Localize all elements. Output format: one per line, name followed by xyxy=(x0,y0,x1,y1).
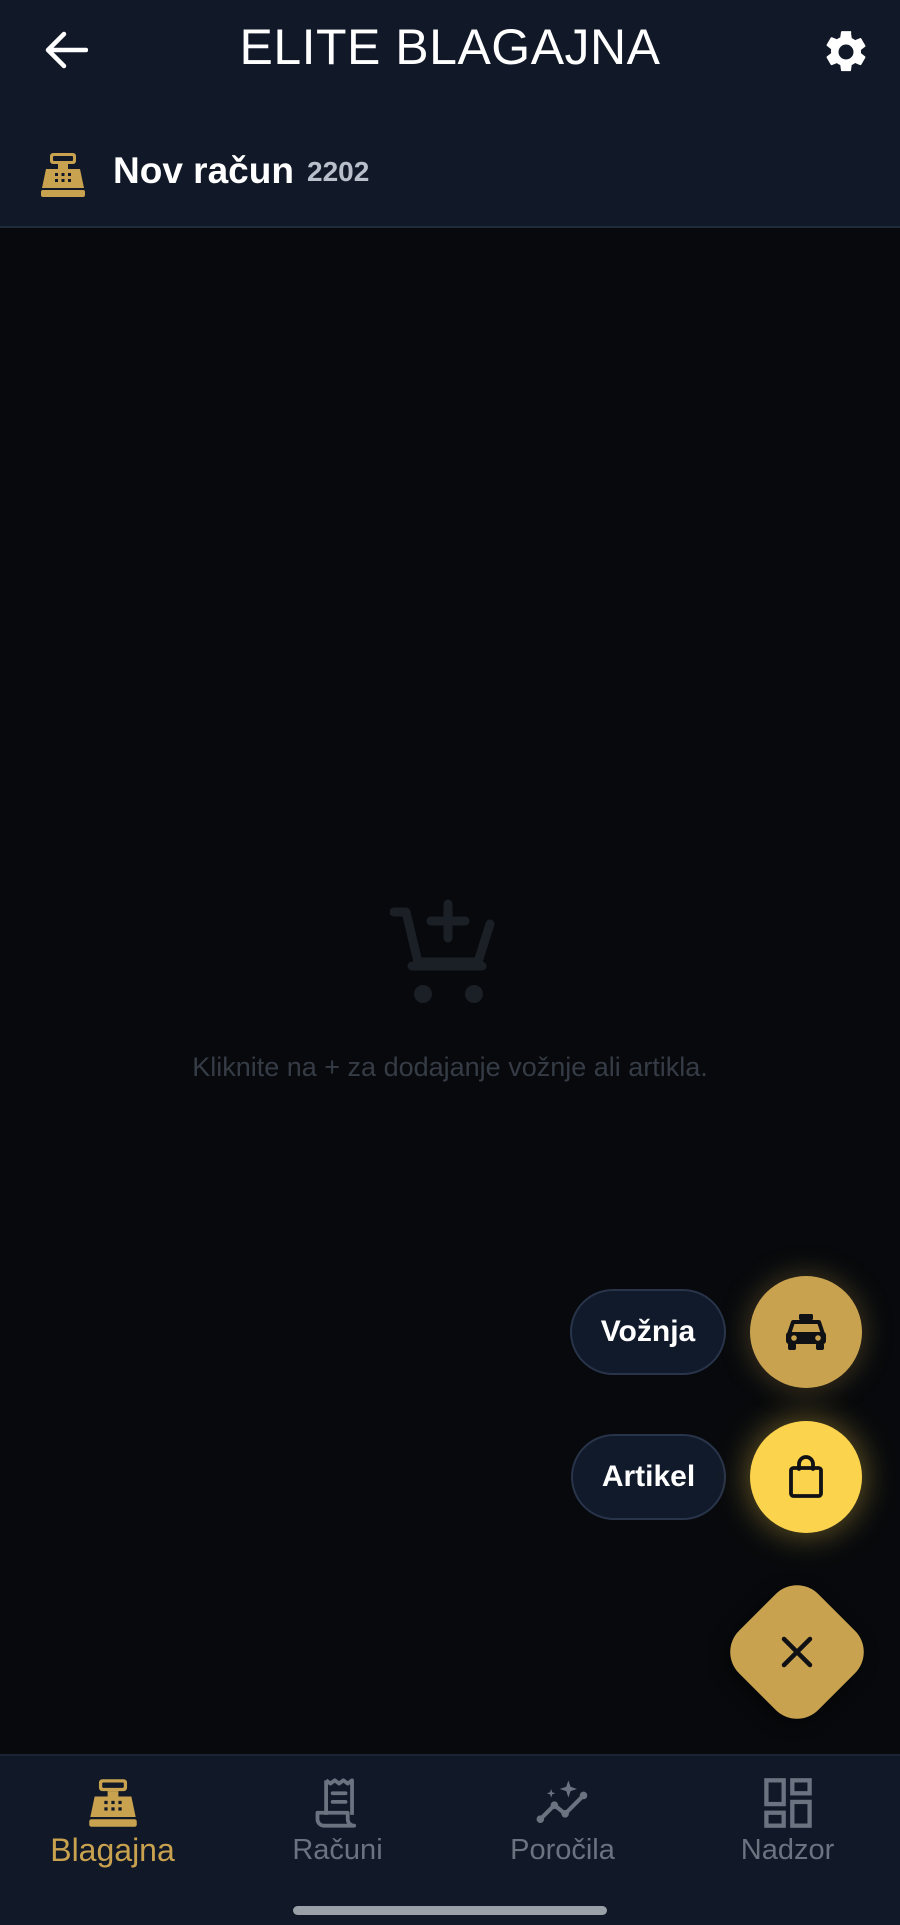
gear-icon xyxy=(826,31,866,72)
cash-register-icon xyxy=(88,1779,137,1827)
dashboard-icon xyxy=(763,1778,812,1828)
receipt-icon xyxy=(315,1778,356,1828)
close-speed-dial-button[interactable] xyxy=(717,1572,877,1732)
trend-chart-icon xyxy=(536,1780,587,1823)
empty-state-message: Kliknite na + za dodajanje vožnje ali ar… xyxy=(192,1052,708,1082)
nav-item-nadzor[interactable]: Nadzor xyxy=(675,1756,900,1886)
nav-item-porocila[interactable]: Poročila xyxy=(450,1756,675,1886)
nav-item-racuni[interactable]: Računi xyxy=(225,1756,450,1886)
shopping-bag-icon xyxy=(789,1455,823,1498)
add-item-button[interactable] xyxy=(750,1421,862,1533)
add-cart-icon xyxy=(390,899,495,1003)
taxi-icon xyxy=(786,1314,826,1350)
receipt-title: Nov račun xyxy=(113,150,294,191)
nav-label-porocila: Poročila xyxy=(510,1834,615,1866)
top-app-bar: ELITE BLAGAJNA Nov račun 2202 xyxy=(0,0,900,228)
cash-register-icon xyxy=(41,153,85,197)
receipt-number: 2202 xyxy=(307,156,370,187)
nav-label-blagajna: Blagajna xyxy=(50,1832,175,1868)
vožnja-label-button[interactable]: Vožnja xyxy=(570,1289,726,1375)
home-indicator[interactable] xyxy=(293,1906,607,1915)
app-root: ELITE BLAGAJNA Nov račun 2202 Kliknite n… xyxy=(0,0,900,1925)
nav-label-nadzor: Nadzor xyxy=(740,1834,835,1866)
app-title: ELITE BLAGAJNA xyxy=(239,19,661,75)
close-icon xyxy=(781,1636,813,1668)
nav-label-racuni: Računi xyxy=(292,1834,383,1866)
receipt-header: Nov račun 2202 xyxy=(0,130,900,214)
settings-button[interactable] xyxy=(814,20,878,84)
artikel-label-button[interactable]: Artikel xyxy=(571,1434,726,1520)
nav-item-blagajna[interactable]: Blagajna xyxy=(0,1756,225,1886)
add-ride-button[interactable] xyxy=(750,1276,862,1388)
bottom-navigation: Blagajna Računi Poročila Nadzor xyxy=(0,1754,900,1925)
